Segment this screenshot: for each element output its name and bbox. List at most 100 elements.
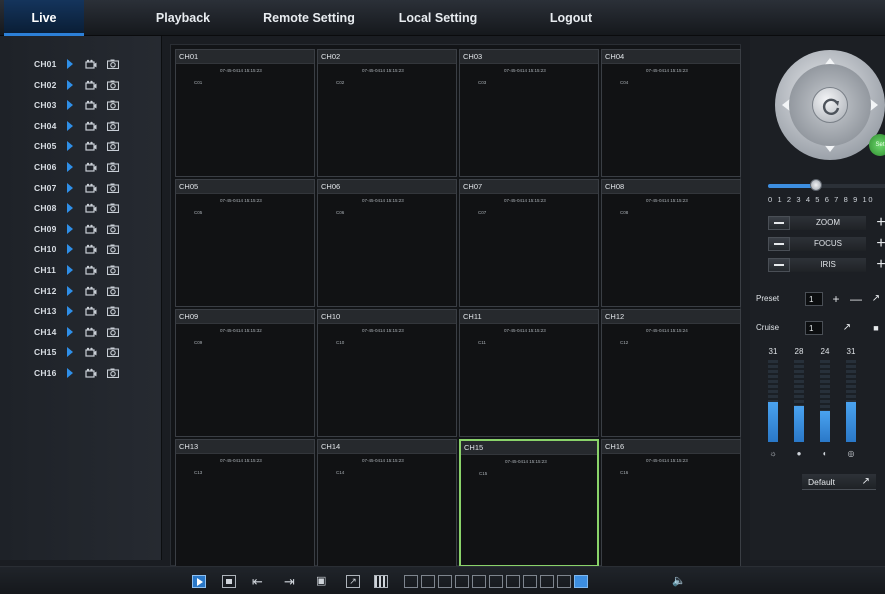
- layout-8-button[interactable]: [455, 575, 469, 588]
- channel-record-icon[interactable]: [85, 141, 97, 151]
- sidebar-channel-row[interactable]: CH09: [0, 219, 162, 239]
- video-tile[interactable]: CH11 07-45-0414 15:15:23 C11: [459, 309, 599, 437]
- sidebar-channel-row[interactable]: CH02: [0, 75, 162, 95]
- channel-record-icon[interactable]: [85, 121, 97, 131]
- channel-record-icon[interactable]: [85, 286, 97, 296]
- zoom-out-button[interactable]: [768, 216, 790, 230]
- channel-play-icon[interactable]: [67, 347, 73, 358]
- channel-play-icon[interactable]: [67, 182, 73, 193]
- channel-record-icon[interactable]: [85, 306, 97, 316]
- video-tile[interactable]: CH01 07-45-0414 15:15:23 C01: [175, 49, 315, 177]
- color-level-slider[interactable]: [846, 360, 856, 442]
- cruise-stop-icon[interactable]: ■: [867, 321, 885, 335]
- channel-snapshot-icon[interactable]: [107, 368, 119, 378]
- video-tile[interactable]: CH06 07-45-0414 15:15:23 C06: [317, 179, 457, 307]
- layout-10-button[interactable]: [489, 575, 503, 588]
- channel-play-icon[interactable]: [67, 223, 73, 234]
- sidebar-channel-row[interactable]: CH06: [0, 157, 162, 177]
- ptz-speed-slider[interactable]: [768, 179, 885, 191]
- channel-play-icon[interactable]: [67, 244, 73, 255]
- sidebar-channel-row[interactable]: CH01: [0, 54, 162, 74]
- video-tile[interactable]: CH16 07-45-0414 15:15:23 C16: [601, 439, 741, 567]
- channel-snapshot-icon[interactable]: [107, 100, 119, 111]
- channel-snapshot-icon[interactable]: [107, 306, 119, 317]
- layout-16-c-button[interactable]: [557, 575, 571, 588]
- sidebar-channel-row[interactable]: CH11: [0, 260, 162, 280]
- video-tile[interactable]: CH10 07-45-0414 15:15:23 C10: [317, 309, 457, 437]
- tab-local-setting[interactable]: Local Setting: [388, 0, 488, 36]
- cruise-input[interactable]: [805, 321, 823, 335]
- channel-record-icon[interactable]: [85, 162, 97, 172]
- tab-playback[interactable]: Playback: [138, 0, 228, 36]
- volume-icon[interactable]: 🔈: [672, 575, 692, 588]
- channel-play-icon[interactable]: [67, 100, 73, 111]
- layout-1-button[interactable]: [404, 575, 418, 588]
- channel-record-icon[interactable]: [85, 203, 97, 213]
- video-tile[interactable]: CH09 07-45-0414 15:15:32 C09: [175, 309, 315, 437]
- channel-record-icon[interactable]: [85, 265, 97, 275]
- channel-play-icon[interactable]: [67, 59, 73, 69]
- channel-play-icon[interactable]: [67, 265, 73, 275]
- channel-snapshot-icon[interactable]: [107, 265, 119, 275]
- stop-all-icon[interactable]: [222, 575, 236, 588]
- channel-play-icon[interactable]: [67, 141, 73, 152]
- preset-add-button[interactable]: +: [827, 292, 845, 306]
- video-tile[interactable]: CH15 07-45-0414 15:15:23 C15: [459, 439, 599, 567]
- channel-play-icon[interactable]: [67, 79, 73, 90]
- sidebar-channel-row[interactable]: CH07: [0, 178, 162, 198]
- layout-16-button[interactable]: [574, 575, 588, 588]
- video-tile[interactable]: CH14 07-45-0414 15:15:23 C14: [317, 439, 457, 567]
- layout-16-b-button[interactable]: [540, 575, 554, 588]
- channel-snapshot-icon[interactable]: [107, 347, 119, 358]
- tab-live[interactable]: Live: [4, 0, 84, 36]
- preset-input[interactable]: [805, 292, 823, 306]
- channel-play-icon[interactable]: [67, 162, 73, 172]
- sidebar-channel-row[interactable]: CH13: [0, 301, 162, 321]
- sidebar-channel-row[interactable]: CH14: [0, 322, 162, 342]
- channel-record-icon[interactable]: [85, 183, 97, 193]
- channel-record-icon[interactable]: [85, 368, 97, 378]
- tab-logout[interactable]: Logout: [536, 0, 606, 36]
- zoom-in-button[interactable]: +: [872, 214, 885, 232]
- layout-16-a-button[interactable]: [523, 575, 537, 588]
- channel-snapshot-icon[interactable]: [107, 121, 119, 131]
- channel-play-icon[interactable]: [67, 368, 73, 378]
- channel-play-icon[interactable]: [67, 306, 73, 317]
- video-tile[interactable]: CH02 07-45-0414 15:15:23 C02: [317, 49, 457, 177]
- channel-snapshot-icon[interactable]: [107, 327, 119, 337]
- sidebar-channel-row[interactable]: CH05: [0, 136, 162, 156]
- iris-open-button[interactable]: +: [872, 256, 885, 274]
- channel-snapshot-icon[interactable]: [107, 203, 119, 214]
- channel-record-icon[interactable]: [85, 224, 97, 234]
- channel-record-icon[interactable]: [85, 100, 97, 110]
- layout-9-button[interactable]: [472, 575, 486, 588]
- channel-record-icon[interactable]: [85, 347, 97, 357]
- channel-record-icon[interactable]: [85, 59, 97, 69]
- channel-play-icon[interactable]: [67, 285, 73, 296]
- prev-page-icon[interactable]: ⇤: [252, 575, 266, 588]
- focus-far-button[interactable]: +: [872, 235, 885, 253]
- play-all-icon[interactable]: [192, 575, 206, 588]
- channel-snapshot-icon[interactable]: [107, 59, 119, 69]
- default-color-button[interactable]: Default ↗: [802, 474, 876, 490]
- channel-play-icon[interactable]: [67, 203, 73, 214]
- layout-4-button[interactable]: [421, 575, 435, 588]
- channel-snapshot-icon[interactable]: [107, 286, 119, 296]
- ptz-speed-knob[interactable]: [810, 179, 822, 191]
- channel-record-icon[interactable]: [85, 244, 97, 254]
- sidebar-channel-row[interactable]: CH10: [0, 239, 162, 259]
- channel-snapshot-icon[interactable]: [107, 224, 119, 234]
- channel-play-icon[interactable]: [67, 120, 73, 131]
- layout-13-button[interactable]: [506, 575, 520, 588]
- channel-snapshot-icon[interactable]: [107, 183, 119, 193]
- video-tile[interactable]: CH04 07-45-0414 15:15:23 C04: [601, 49, 741, 177]
- sidebar-channel-row[interactable]: CH12: [0, 281, 162, 301]
- channel-record-icon[interactable]: [85, 80, 97, 90]
- sidebar-channel-row[interactable]: CH15: [0, 342, 162, 362]
- cruise-start-icon[interactable]: ↗: [838, 321, 856, 335]
- layout-6-button[interactable]: [438, 575, 452, 588]
- tab-remote-setting[interactable]: Remote Setting: [254, 0, 364, 36]
- sidebar-channel-row[interactable]: CH04: [0, 116, 162, 136]
- ptz-set-button[interactable]: Set: [869, 134, 885, 156]
- video-tile[interactable]: CH07 07-45-0414 15:15:23 C07: [459, 179, 599, 307]
